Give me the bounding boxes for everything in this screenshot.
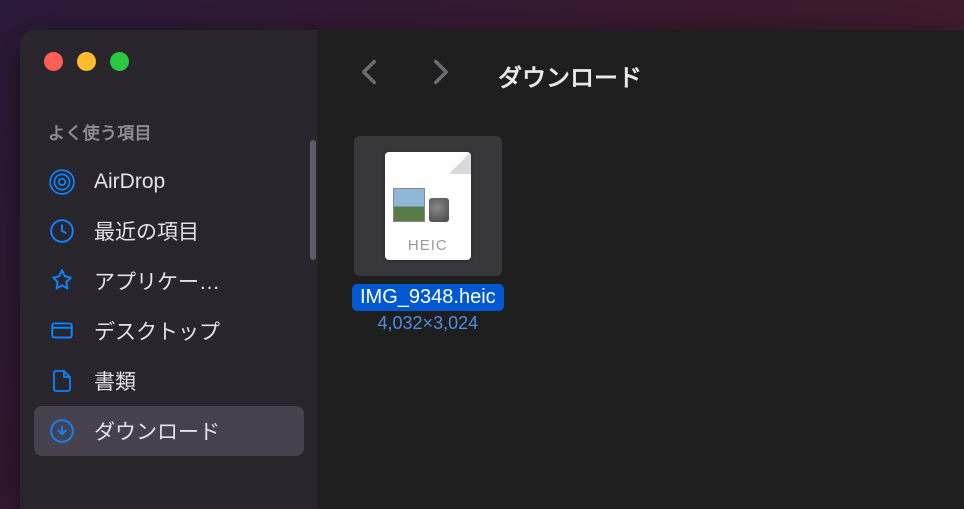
desktop-icon <box>48 317 76 345</box>
file-item[interactable]: HEIC IMG_9348.heic 4,032×3,024 <box>352 136 504 334</box>
airdrop-icon <box>48 168 76 196</box>
minimize-window-button[interactable] <box>77 52 96 71</box>
file-grid[interactable]: HEIC IMG_9348.heic 4,032×3,024 <box>318 120 964 509</box>
file-name[interactable]: IMG_9348.heic <box>352 284 504 311</box>
nav-back-button[interactable] <box>348 55 390 96</box>
file-thumbnail: HEIC <box>354 136 502 276</box>
file-dimensions: 4,032×3,024 <box>378 313 479 334</box>
finder-window: よく使う項目 AirDrop 最近の項目 <box>20 30 964 509</box>
sidebar-item-label: 最近の項目 <box>94 216 199 246</box>
sidebar-item-applications[interactable]: アプリケー… <box>34 256 304 306</box>
close-window-button[interactable] <box>44 52 63 71</box>
toolbar: ダウンロード <box>318 30 964 120</box>
sidebar-item-recents[interactable]: 最近の項目 <box>34 206 304 256</box>
document-icon <box>48 367 76 395</box>
window-controls <box>20 52 318 71</box>
sidebar-item-label: 書類 <box>94 366 136 396</box>
sidebar-item-label: アプリケー… <box>94 266 220 296</box>
sidebar-scrollbar[interactable] <box>310 140 316 260</box>
apps-icon <box>48 267 76 295</box>
sidebar-item-desktop[interactable]: デスクトップ <box>34 306 304 356</box>
sidebar-item-downloads[interactable]: ダウンロード <box>34 406 304 456</box>
sidebar-item-label: ダウンロード <box>94 416 220 446</box>
sidebar: よく使う項目 AirDrop 最近の項目 <box>20 30 318 509</box>
file-format-label: HEIC <box>385 237 471 254</box>
heic-file-icon: HEIC <box>385 152 471 260</box>
sidebar-item-label: AirDrop <box>94 170 165 194</box>
sidebar-item-label: デスクトップ <box>94 316 220 346</box>
download-icon <box>48 417 76 445</box>
sidebar-section-favorites: よく使う項目 <box>20 119 318 158</box>
sidebar-item-airdrop[interactable]: AirDrop <box>34 158 304 206</box>
sidebar-items: AirDrop 最近の項目 アプリケー… <box>20 158 318 456</box>
clock-icon <box>48 217 76 245</box>
sidebar-item-documents[interactable]: 書類 <box>34 356 304 406</box>
zoom-window-button[interactable] <box>110 52 129 71</box>
main-pane: ダウンロード HEIC IMG_9348.heic 4,032×3,024 <box>318 30 964 509</box>
nav-forward-button[interactable] <box>420 55 462 96</box>
folder-title: ダウンロード <box>498 58 642 93</box>
